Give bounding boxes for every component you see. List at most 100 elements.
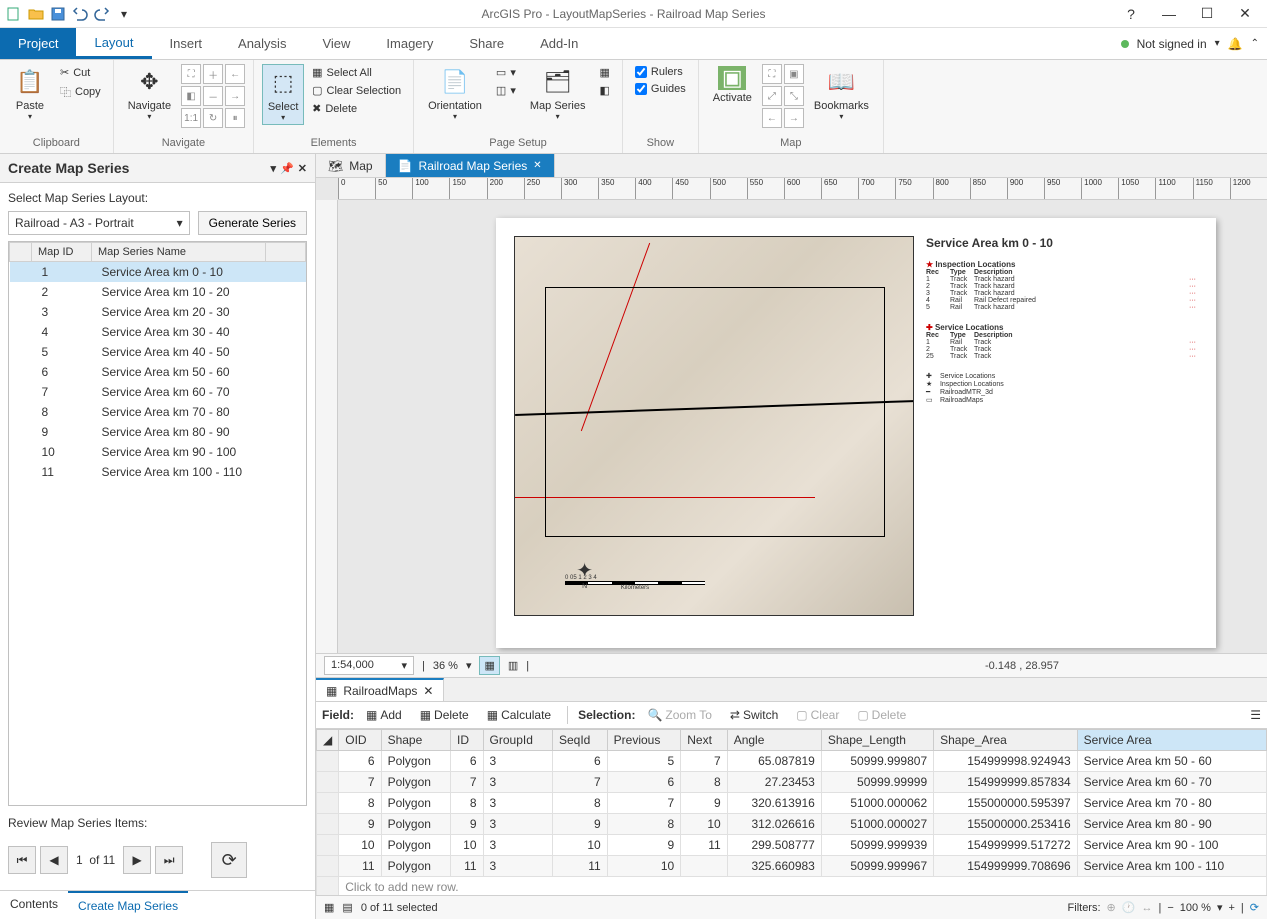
- field-delete-button[interactable]: ▦Delete: [414, 706, 475, 724]
- sel-zoomto-button[interactable]: 🔍Zoom To: [641, 706, 717, 724]
- table-row[interactable]: 8Polygon83 879 320.61391651000.000062155…: [317, 793, 1267, 814]
- minimize-button[interactable]: —: [1151, 2, 1187, 26]
- column-header[interactable]: SeqId: [553, 730, 608, 751]
- series-row[interactable]: 8Service Area km 70 - 80: [10, 402, 306, 422]
- layout-canvas[interactable]: 0501001502002503003504004505005506006507…: [316, 178, 1267, 653]
- column-header[interactable]: OID: [339, 730, 381, 751]
- column-header[interactable]: Next: [681, 730, 727, 751]
- nav-fixedzoomout-icon[interactable]: －: [203, 86, 223, 106]
- paste-button[interactable]: 📋 Paste ▾: [8, 64, 52, 123]
- size-button[interactable]: ▭▾: [492, 64, 520, 81]
- grid-button[interactable]: ▦: [596, 64, 614, 81]
- tab-analysis[interactable]: Analysis: [220, 28, 304, 59]
- tab-contents[interactable]: Contents: [0, 891, 68, 919]
- map-fullextent-icon[interactable]: ⛶: [762, 64, 782, 84]
- table-row[interactable]: 11Polygon113 1110 325.66098350999.999967…: [317, 856, 1267, 877]
- nav-zoomsel-icon[interactable]: ◧: [181, 86, 201, 106]
- filter-range-icon[interactable]: ↔: [1141, 902, 1152, 914]
- map-series-button[interactable]: 🗂 Map Series ▾: [524, 64, 592, 123]
- activate-button[interactable]: ▣ Activate: [707, 64, 758, 106]
- generate-series-button[interactable]: Generate Series: [198, 211, 307, 235]
- column-header[interactable]: Previous: [607, 730, 681, 751]
- select-button[interactable]: ⬚ Select ▾: [262, 64, 304, 125]
- tab-layout[interactable]: Layout: [76, 28, 151, 59]
- filter-time-icon[interactable]: 🕐: [1122, 901, 1136, 914]
- layout-select[interactable]: Railroad - A3 - Portrait ▾: [8, 211, 190, 235]
- series-col-mapid[interactable]: Map ID: [32, 243, 92, 262]
- nav-prev-button[interactable]: ◀: [40, 846, 68, 874]
- nav-last-button[interactable]: ⏭: [155, 846, 183, 874]
- show-selected-icon[interactable]: ▤: [342, 901, 352, 914]
- table-row[interactable]: 9Polygon93 9810 312.02661651000.00002715…: [317, 814, 1267, 835]
- nav-pause-icon[interactable]: ⏸: [225, 108, 245, 128]
- delete-button[interactable]: ✖Delete: [308, 100, 405, 117]
- new-project-icon[interactable]: [4, 4, 24, 24]
- pane-close-icon[interactable]: ✕: [298, 162, 307, 175]
- series-row[interactable]: 5Service Area km 40 - 50: [10, 342, 306, 362]
- map-prev-icon[interactable]: ←: [762, 108, 782, 128]
- doc-tab-railroad[interactable]: 📄 Railroad Map Series ✕: [386, 154, 555, 177]
- nav-first-button[interactable]: ⏮: [8, 846, 36, 874]
- series-col-name[interactable]: Map Series Name: [92, 243, 266, 262]
- sel-clear-button[interactable]: ▢Clear: [790, 706, 845, 724]
- nav-prev-icon[interactable]: ←: [225, 64, 245, 84]
- nav-fullextent-icon[interactable]: ⛶: [181, 64, 201, 84]
- zoom-in-icon[interactable]: +: [1228, 902, 1234, 914]
- tab-insert[interactable]: Insert: [152, 28, 221, 59]
- close-tab-icon[interactable]: ✕: [533, 160, 541, 171]
- series-row[interactable]: 6Service Area km 50 - 60: [10, 362, 306, 382]
- column-header[interactable]: Angle: [727, 730, 821, 751]
- help-button[interactable]: ?: [1113, 2, 1149, 26]
- maximize-button[interactable]: ☐: [1189, 2, 1225, 26]
- pane-menu-icon[interactable]: ▾: [271, 162, 277, 175]
- column-header[interactable]: Shape: [381, 730, 450, 751]
- navigate-button[interactable]: ✥ Navigate ▾: [122, 64, 177, 123]
- open-project-icon[interactable]: [26, 4, 46, 24]
- table-row[interactable]: 10Polygon103 10911 299.50877750999.99993…: [317, 835, 1267, 856]
- map-shrink-icon[interactable]: ⤡: [784, 86, 804, 106]
- map-scale-input[interactable]: 1:54,000▾: [324, 656, 414, 675]
- series-row[interactable]: 11Service Area km 100 - 110: [10, 462, 306, 482]
- table-row[interactable]: 7Polygon73 768 27.2345350999.99999154999…: [317, 772, 1267, 793]
- page-props-button[interactable]: ◧: [596, 82, 614, 99]
- close-button[interactable]: ✕: [1227, 2, 1263, 26]
- series-row[interactable]: 3Service Area km 20 - 30: [10, 302, 306, 322]
- field-add-button[interactable]: ▦Add: [360, 706, 408, 724]
- series-table[interactable]: Map ID Map Series Name 1Service Area km …: [8, 241, 307, 806]
- series-row[interactable]: 1Service Area km 0 - 10: [10, 262, 306, 283]
- cut-button[interactable]: ✂Cut: [56, 64, 105, 81]
- series-row[interactable]: 7Service Area km 60 - 70: [10, 382, 306, 402]
- tab-imagery[interactable]: Imagery: [368, 28, 451, 59]
- bookmarks-button[interactable]: 📖 Bookmarks ▾: [808, 64, 875, 123]
- tab-addin[interactable]: Add-In: [522, 28, 596, 59]
- map-zoomsel-icon[interactable]: ▣: [784, 64, 804, 84]
- filter-extent-icon[interactable]: ⊕: [1107, 901, 1116, 914]
- signin-label[interactable]: Not signed in: [1137, 37, 1207, 51]
- map-next-icon[interactable]: →: [784, 108, 804, 128]
- save-icon[interactable]: [48, 4, 68, 24]
- field-calculate-button[interactable]: ▦Calculate: [481, 706, 557, 724]
- tab-view[interactable]: View: [304, 28, 368, 59]
- sel-delete-button[interactable]: ▢Delete: [851, 706, 912, 724]
- qat-customize-icon[interactable]: ▾: [114, 4, 134, 24]
- redo-icon[interactable]: [92, 4, 112, 24]
- nav-refresh-icon[interactable]: ↻: [203, 108, 223, 128]
- guides-checkbox[interactable]: Guides: [631, 81, 690, 97]
- table-tab-railroadmaps[interactable]: ▦ RailroadMaps ✕: [316, 678, 444, 701]
- view-mode-icon[interactable]: ▦: [479, 656, 499, 675]
- collapse-ribbon-icon[interactable]: ⌃: [1251, 38, 1259, 49]
- zoom-level[interactable]: 36 %: [433, 660, 458, 672]
- table-row[interactable]: 6Polygon63 657 65.08781950999.9998071549…: [317, 751, 1267, 772]
- series-row[interactable]: 9Service Area km 80 - 90: [10, 422, 306, 442]
- nav-fixedzoomin-icon[interactable]: ＋: [203, 64, 223, 84]
- doc-tab-map[interactable]: 🗺 Map: [316, 154, 386, 177]
- export-button[interactable]: ⟳: [211, 842, 247, 878]
- notifications-icon[interactable]: 🔔: [1228, 37, 1243, 51]
- refresh-table-icon[interactable]: ⟳: [1250, 901, 1259, 914]
- table-menu-icon[interactable]: ☰: [1250, 708, 1261, 722]
- orientation-button[interactable]: 📄 Orientation ▾: [422, 64, 488, 123]
- select-all-button[interactable]: ▦Select All: [308, 64, 405, 81]
- map-frame[interactable]: 0 05 1 2 3 4 Kilometers ✦N: [514, 236, 914, 616]
- series-row[interactable]: 4Service Area km 30 - 40: [10, 322, 306, 342]
- nav-next-icon[interactable]: →: [225, 86, 245, 106]
